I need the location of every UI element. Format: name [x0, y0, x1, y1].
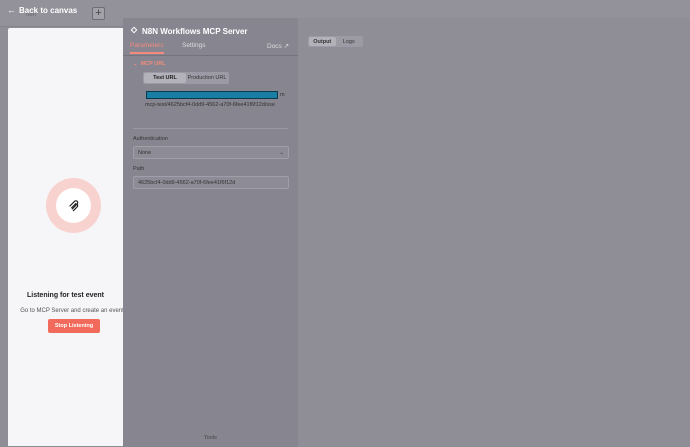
logs-tab[interactable]: Logs [336, 37, 363, 46]
chevron-down-icon: ⌄ [279, 149, 284, 156]
url-type-toggle: Test URL Production URL [143, 72, 229, 84]
back-to-canvas-link[interactable]: ← Back to canvas [7, 5, 77, 15]
listening-title: Listening for test event [26, 292, 104, 299]
output-tab[interactable]: Output [309, 37, 336, 46]
url-highlight [146, 91, 278, 99]
path-input[interactable]: 4625bcf4-0dd9-4562-a70f-6fee41f6f12d [133, 176, 289, 189]
mcp-node-icon [130, 26, 138, 36]
listening-ring [46, 178, 101, 233]
listening-subtitle: Go to MCP Server and create an event [20, 308, 124, 314]
tab-settings[interactable]: Settings [182, 42, 206, 49]
authentication-value: None [138, 149, 152, 156]
docs-link[interactable]: Docs ↗ [267, 42, 289, 50]
chevron-down-icon: ⌄ [133, 61, 138, 67]
mcp-icon [56, 188, 91, 223]
listening-panel: Listening for test event Go to MCP Serve… [8, 28, 124, 446]
node-tabs: Parameters Settings Docs ↗ [123, 42, 298, 56]
back-to-canvas-label: Back to canvas [19, 5, 78, 15]
divider [133, 128, 288, 129]
output-panel: Output Logs [298, 18, 690, 447]
mcp-url-text[interactable]: mcp-test/4625bcf4-0dd9-4562-a70f-6fee41f… [145, 102, 295, 109]
stop-listening-button[interactable]: Stop Listening [48, 319, 100, 333]
mcp-url-label: MCP URL [140, 61, 166, 67]
path-label: Path [133, 166, 145, 172]
output-logs-toggle: Output Logs [308, 36, 363, 47]
mcp-url-section-header[interactable]: ⌄ MCP URL [133, 61, 166, 67]
node-title-text: N8N Workflows MCP Server [142, 26, 248, 36]
node-title: N8N Workflows MCP Server [130, 26, 248, 36]
path-value: 4625bcf4-0dd9-4562-a70f-6fee41f6f12d [138, 179, 236, 186]
test-url-option[interactable]: Test URL [144, 73, 186, 83]
url-suffix: m [280, 92, 285, 98]
authentication-select[interactable]: None ⌄ [133, 146, 289, 159]
add-node-button[interactable]: + [92, 7, 105, 20]
tab-parameters[interactable]: Parameters [130, 42, 164, 54]
back-arrow-icon: ← [7, 5, 16, 15]
production-url-option[interactable]: Production URL [186, 73, 228, 83]
parameters-panel: N8N Workflows MCP Server Parameters Sett… [123, 18, 298, 447]
tools-label[interactable]: Tools [204, 435, 217, 441]
authentication-label: Authentication [133, 136, 168, 142]
